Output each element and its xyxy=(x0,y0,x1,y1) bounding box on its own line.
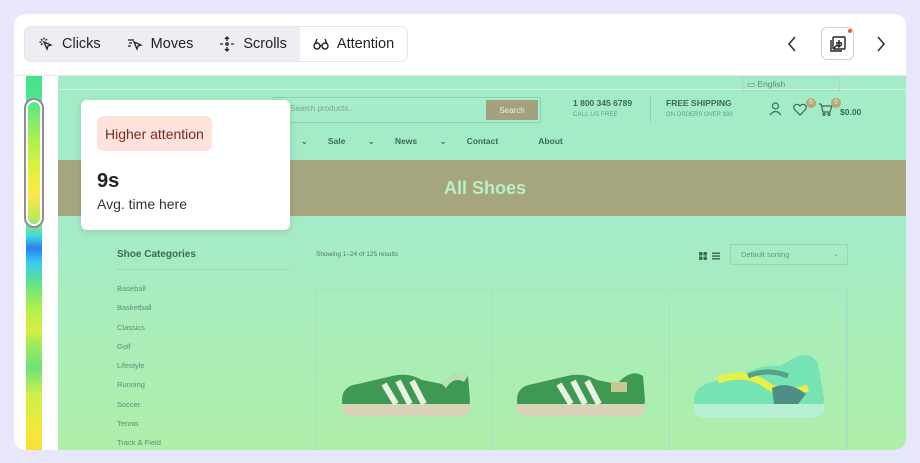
account-icon[interactable] xyxy=(769,102,782,116)
attention-scale xyxy=(14,76,58,450)
mode-moves-label: Moves xyxy=(150,36,194,52)
menu-item-contact[interactable]: Contact xyxy=(467,136,519,147)
chevron-right-icon xyxy=(877,36,886,52)
chevron-left-icon xyxy=(787,36,796,52)
shoe-image xyxy=(694,355,824,418)
shoe-image xyxy=(517,373,645,416)
sort-label: Default sorting xyxy=(741,250,790,259)
avg-time-label: Avg. time here xyxy=(97,196,188,212)
flag-icon: ▭ xyxy=(747,79,758,89)
heatmap-viewer: Clicks Moves Scrolls Attention ▭ English… xyxy=(14,14,906,450)
menu-item-news[interactable]: News ⌄ xyxy=(395,136,447,147)
header-divider xyxy=(650,96,651,122)
wishlist-icon[interactable] xyxy=(793,103,807,116)
category-list: Baseball Basketball Classics Golf Lifest… xyxy=(117,284,161,450)
site-menu: op ⌄ Sale ⌄ News ⌄ Contact About xyxy=(268,136,603,147)
previous-button[interactable] xyxy=(781,32,803,56)
mode-clicks-label: Clicks xyxy=(62,36,101,52)
product-card[interactable] xyxy=(316,290,493,450)
menu-label: About xyxy=(538,136,563,146)
menu-item-about[interactable]: About xyxy=(538,136,583,147)
snapshot-button[interactable] xyxy=(821,27,854,60)
attention-tooltip: Higher attention 9s Avg. time here xyxy=(81,100,290,230)
product-card[interactable] xyxy=(670,290,847,450)
wishlist-count: 0 xyxy=(806,98,816,108)
view-toggle xyxy=(699,252,720,260)
add-snapshot-icon xyxy=(829,35,846,52)
scale-range-handle[interactable] xyxy=(24,98,44,228)
language-selector[interactable]: ▭ English xyxy=(742,77,840,91)
category-link[interactable]: Soccer xyxy=(117,400,161,419)
menu-label: Contact xyxy=(466,136,499,146)
categories-divider xyxy=(117,269,289,270)
shop-content: Shoe Categories Baseball Basketball Clas… xyxy=(58,216,906,450)
heatmap-mode-switcher: Clicks Moves Scrolls Attention xyxy=(24,26,409,62)
mode-attention-label: Attention xyxy=(336,36,395,52)
mouse-move-icon xyxy=(127,39,143,51)
category-link[interactable]: Track & Field xyxy=(117,438,161,450)
phone-subtext: CALL US FREE xyxy=(573,112,618,118)
menu-label: News xyxy=(394,136,418,146)
banner-title: All Shoes xyxy=(443,177,527,198)
cursor-click-icon xyxy=(39,37,53,51)
category-link[interactable]: Lifestyle xyxy=(117,361,161,380)
grid-view-icon[interactable] xyxy=(699,252,707,260)
chevron-down-icon: ⌄ xyxy=(833,251,839,258)
results-count: Showing 1–24 of 125 results xyxy=(316,251,399,258)
phone-number: 1 800 345 6789 xyxy=(573,98,633,108)
next-button[interactable] xyxy=(870,32,892,56)
language-label: English xyxy=(757,79,786,89)
category-link[interactable]: Running xyxy=(117,380,161,399)
mode-attention[interactable]: Attention xyxy=(299,27,408,61)
menu-label: Sale xyxy=(327,136,346,146)
search-placeholder: Search products... xyxy=(290,104,355,113)
sort-select[interactable]: Default sorting ⌄ xyxy=(730,244,848,265)
cart-total: $0.00 xyxy=(840,107,862,117)
scroll-icon xyxy=(220,36,235,52)
categories-title: Shoe Categories xyxy=(117,249,196,260)
mode-clicks[interactable]: Clicks xyxy=(25,27,114,61)
mode-moves[interactable]: Moves xyxy=(114,27,207,61)
search-button[interactable]: Search xyxy=(486,100,538,120)
shoe-image xyxy=(342,373,470,416)
mode-scrolls-label: Scrolls xyxy=(243,36,287,52)
glasses-icon xyxy=(313,38,329,50)
category-link[interactable]: Classics xyxy=(117,323,161,342)
mode-scrolls[interactable]: Scrolls xyxy=(206,27,300,61)
category-link[interactable]: Tennis xyxy=(117,419,161,438)
product-card[interactable] xyxy=(493,290,670,450)
shipping-subtext: ON ORDERS OVER $99 xyxy=(666,112,733,118)
avg-time-value: 9s xyxy=(97,170,120,192)
notification-dot xyxy=(848,29,852,33)
category-link[interactable]: Golf xyxy=(117,342,161,361)
category-link[interactable]: Basketball xyxy=(117,303,161,322)
shipping-title: FREE SHIPPING xyxy=(666,98,732,108)
list-view-icon[interactable] xyxy=(712,252,720,260)
product-grid xyxy=(315,289,848,450)
site-search[interactable]: Search products... Search xyxy=(273,97,541,123)
menu-item-sale[interactable]: Sale ⌄ xyxy=(328,136,375,147)
attention-level-badge: Higher attention xyxy=(97,116,212,151)
category-link[interactable]: Baseball xyxy=(117,284,161,303)
toolbar: Clicks Moves Scrolls Attention xyxy=(14,14,906,76)
